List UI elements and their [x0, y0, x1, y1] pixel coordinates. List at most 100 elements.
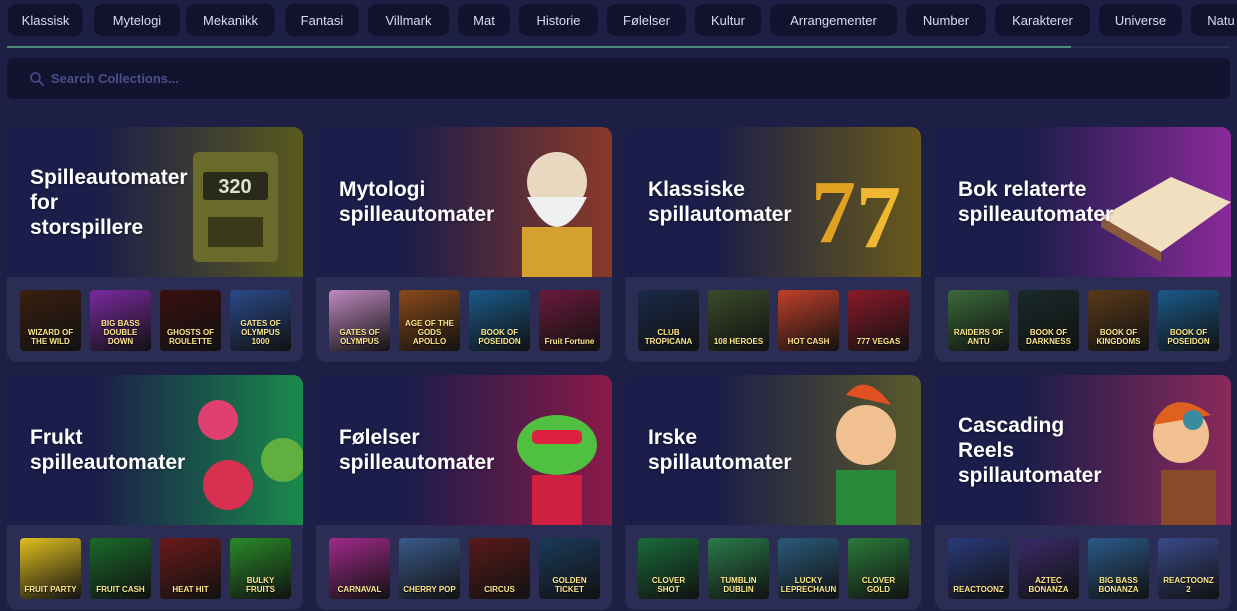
collection-title: Mytologi spilleautomater — [339, 177, 549, 227]
game-thumbnail[interactable]: CLOVER GOLD — [848, 538, 909, 599]
collection-title-line: Irske — [648, 426, 698, 449]
collection-title: Spilleautomater for storspillere — [30, 165, 240, 240]
game-thumbnail[interactable]: CARNAVAL — [329, 538, 390, 599]
collection-title: Følelser spilleautomater — [339, 425, 549, 475]
game-thumbnail-label: GATES OF OLYMPUS 1000 — [240, 319, 281, 346]
tab-følelser[interactable]: Følelser — [607, 4, 686, 36]
tab-kultur[interactable]: Kultur — [695, 4, 761, 36]
game-thumbnail-label: CLOVER GOLD — [861, 576, 896, 594]
game-thumbnail-label: REACTOONZ 2 — [1163, 576, 1214, 594]
game-thumbnail[interactable]: 777 VEGAS — [848, 290, 909, 351]
collection-banner[interactable]: Mytologi spilleautomater — [316, 127, 612, 277]
game-thumbnail-label: CIRCUS — [484, 585, 515, 594]
game-thumbnail[interactable]: CIRCUS — [469, 538, 530, 599]
game-thumbnail[interactable]: Fruit Fortune — [539, 290, 600, 351]
collection-banner[interactable]: Følelser spilleautomater — [316, 375, 612, 525]
collection-title-line: spillautomater — [958, 463, 1102, 487]
game-thumbnail[interactable]: AZTEC BONANZA — [1018, 538, 1079, 599]
game-thumbnail-label: 777 VEGAS — [856, 337, 901, 346]
game-thumbnail[interactable]: REACTOONZ 2 — [1158, 538, 1219, 599]
collection-card[interactable]: Bok relaterte spilleautomater RAIDERS OF A… — [935, 127, 1231, 362]
tab-number[interactable]: Number — [906, 4, 986, 36]
game-thumbnails: GATES OF OLYMPUS AGE OF THE GODS APOLLO BO… — [329, 290, 604, 351]
game-thumbnails: CARNAVAL CHERRY POP CIRCUS GOLDEN TICKET — [329, 538, 604, 599]
collection-card[interactable]: Irske spillautomater CLOVER SHOT TUMBLIN DU… — [625, 375, 921, 610]
tab-mat[interactable]: Mat — [458, 4, 510, 36]
game-thumbnail[interactable]: HOT CASH — [778, 290, 839, 351]
tabs-scroll-progress-fill — [7, 46, 1071, 48]
game-thumbnail[interactable]: CLOVER SHOT — [638, 538, 699, 599]
game-thumbnail[interactable]: GOLDEN TICKET — [539, 538, 600, 599]
collection-title-line: spillautomater — [648, 451, 792, 474]
game-thumbnail[interactable]: LUCKY LEPRECHAUN — [778, 538, 839, 599]
game-thumbnail[interactable]: 108 HEROES — [708, 290, 769, 351]
game-thumbnail[interactable]: BIG BASS BONANZA — [1088, 538, 1149, 599]
tab-karakterer[interactable]: Karakterer — [995, 4, 1090, 36]
tab-mekanikk[interactable]: Mekanikk — [186, 4, 275, 36]
collection-banner[interactable]: Spilleautomater for storspillere 320 — [7, 127, 303, 277]
tab-villmark[interactable]: Villmark — [368, 4, 449, 36]
tab-universe[interactable]: Universe — [1099, 4, 1182, 36]
game-thumbnail[interactable]: HEAT HIT — [160, 538, 221, 599]
game-thumbnail[interactable]: BOOK OF KINGDOMS — [1088, 290, 1149, 351]
game-thumbnail-label: BOOK OF DARKNESS — [1026, 328, 1071, 346]
collection-title-line: storspillere — [30, 215, 144, 239]
collection-title-line: spilleautomater — [339, 451, 495, 474]
game-thumbnail[interactable]: GATES OF OLYMPUS 1000 — [230, 290, 291, 351]
collection-title-line: spilleautomater — [958, 203, 1114, 226]
game-thumbnail-label: HOT CASH — [787, 337, 830, 346]
game-thumbnail[interactable]: GHOSTS OF ROULETTE — [160, 290, 221, 351]
collection-title-line: spilleautomater — [30, 451, 186, 474]
game-thumbnail[interactable]: BOOK OF POSEIDON — [469, 290, 530, 351]
search-bar[interactable] — [7, 58, 1230, 99]
game-thumbnail[interactable]: FRUIT CASH — [90, 538, 151, 599]
collection-card[interactable]: Mytologi spilleautomater GATES OF OLYMPUS A… — [316, 127, 612, 362]
collection-card[interactable]: Frukt spilleautomater FRUIT PARTY FRUIT CAS… — [7, 375, 303, 610]
game-thumbnail[interactable]: FRUIT PARTY — [20, 538, 81, 599]
game-thumbnail-label: Fruit Fortune — [544, 337, 595, 346]
game-thumbnail[interactable]: AGE OF THE GODS APOLLO — [399, 290, 460, 351]
collection-title-line: spilleautomater — [339, 203, 495, 226]
game-thumbnail-label: BOOK OF POSEIDON — [1167, 328, 1210, 346]
tab-natu[interactable]: Natu — [1191, 4, 1237, 36]
game-thumbnail[interactable]: CHERRY POP — [399, 538, 460, 599]
game-thumbnail-label: AZTEC BONANZA — [1028, 576, 1069, 594]
game-thumbnail[interactable]: BIG BASS DOUBLE DOWN — [90, 290, 151, 351]
tab-fantasi[interactable]: Fantasi — [285, 4, 359, 36]
collection-banner[interactable]: Klassiske spillautomater 7 7 — [625, 127, 921, 277]
game-thumbnail-label: FRUIT CASH — [96, 585, 145, 594]
tab-klassisk[interactable]: Klassisk — [8, 4, 83, 36]
tab-arrangementer[interactable]: Arrangementer — [770, 4, 897, 36]
collection-banner[interactable]: Irske spillautomater — [625, 375, 921, 525]
game-thumbnail[interactable]: BOOK OF DARKNESS — [1018, 290, 1079, 351]
collection-title-line: Følelser — [339, 426, 420, 449]
game-thumbnail[interactable]: RAIDERS OF ANTU — [948, 290, 1009, 351]
collection-card[interactable]: Følelser spilleautomater CARNAVAL CHERRY PO… — [316, 375, 612, 610]
collection-card[interactable]: Cascading Reels spillautomater REACTOONZ AZT… — [935, 375, 1231, 610]
tab-mytelogi[interactable]: Mytelogi — [94, 4, 180, 36]
game-thumbnail-label: CARNAVAL — [337, 585, 382, 594]
game-thumbnail[interactable]: GATES OF OLYMPUS — [329, 290, 390, 351]
tab-historie[interactable]: Historie — [519, 4, 598, 36]
game-thumbnail-label: CLUB TROPICANA — [644, 328, 693, 346]
game-thumbnail[interactable]: BULKY FRUITS — [230, 538, 291, 599]
game-thumbnail[interactable]: REACTOONZ — [948, 538, 1009, 599]
search-input[interactable] — [51, 58, 1230, 99]
collection-title-line: Spilleautomater — [30, 165, 188, 189]
game-thumbnail-label: BOOK OF KINGDOMS — [1096, 328, 1141, 346]
collection-title-line: for — [30, 190, 58, 214]
game-thumbnail[interactable]: TUMBLIN DUBLIN — [708, 538, 769, 599]
game-thumbnails: CLOVER SHOT TUMBLIN DUBLIN LUCKY LEPRECHAU… — [638, 538, 913, 599]
collection-banner[interactable]: Cascading Reels spillautomater — [935, 375, 1231, 525]
collection-card[interactable]: Klassiske spillautomater 7 7 CLUB TROPICANA 1… — [625, 127, 921, 362]
tabs-scroll-progress — [7, 46, 1230, 48]
collection-title-line: Klassiske — [648, 178, 745, 201]
collection-banner[interactable]: Frukt spilleautomater — [7, 375, 303, 525]
game-thumbnail[interactable]: WIZARD OF THE WILD — [20, 290, 81, 351]
game-thumbnail[interactable]: CLUB TROPICANA — [638, 290, 699, 351]
collection-title: Bok relaterte spilleautomater — [958, 177, 1168, 227]
collection-banner[interactable]: Bok relaterte spilleautomater — [935, 127, 1231, 277]
collection-card[interactable]: Spilleautomater for storspillere 320 WIZARD … — [7, 127, 303, 362]
game-thumbnail-label: HEAT HIT — [172, 585, 209, 594]
game-thumbnail[interactable]: BOOK OF POSEIDON — [1158, 290, 1219, 351]
